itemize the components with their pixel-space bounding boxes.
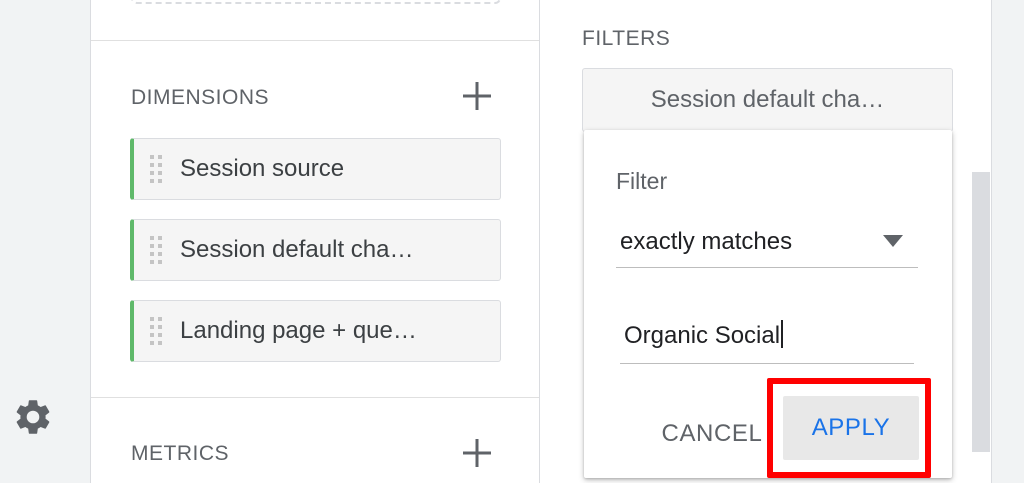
drag-handle-icon[interactable] (148, 234, 164, 266)
metrics-title: METRICS (131, 442, 229, 465)
dimension-chip-label: Session source (180, 155, 345, 182)
filter-chip[interactable]: Session default cha… (582, 68, 953, 132)
divider (91, 397, 539, 398)
drop-zone (131, 0, 501, 4)
left-rail (0, 0, 90, 483)
filter-chip-label: Session default cha… (650, 86, 885, 113)
filters-title: FILTERS (582, 27, 671, 50)
match-type-value: exactly matches (620, 228, 793, 255)
dimension-chip[interactable]: Landing page + que… (130, 300, 501, 362)
dimension-chip-label: Landing page + que… (180, 317, 417, 344)
dimension-chip[interactable]: Session source (130, 138, 501, 200)
drag-handle-icon[interactable] (148, 153, 164, 185)
variables-panel: DIMENSIONS Session source Session defaul… (90, 0, 540, 483)
scrollbar[interactable] (972, 172, 990, 452)
drag-handle-icon[interactable] (148, 315, 164, 347)
divider (91, 40, 539, 41)
apply-highlight-box (767, 378, 931, 478)
dimension-chip-label: Session default cha… (180, 236, 414, 263)
gear-icon[interactable] (12, 396, 54, 438)
filter-value-input[interactable]: Organic Social (620, 312, 914, 364)
add-metric-plus-icon[interactable] (461, 437, 493, 469)
cancel-button[interactable]: CANCEL (654, 410, 770, 458)
add-dimension-plus-icon[interactable] (461, 80, 493, 112)
dimensions-title: DIMENSIONS (131, 86, 270, 109)
match-type-select[interactable]: exactly matches (616, 222, 918, 268)
filter-value-text: Organic Social (624, 320, 784, 350)
dimension-chip[interactable]: Session default cha… (130, 219, 501, 281)
filter-label: Filter (616, 168, 668, 194)
dropdown-arrow-icon[interactable] (882, 234, 904, 248)
text-cursor (781, 320, 784, 348)
